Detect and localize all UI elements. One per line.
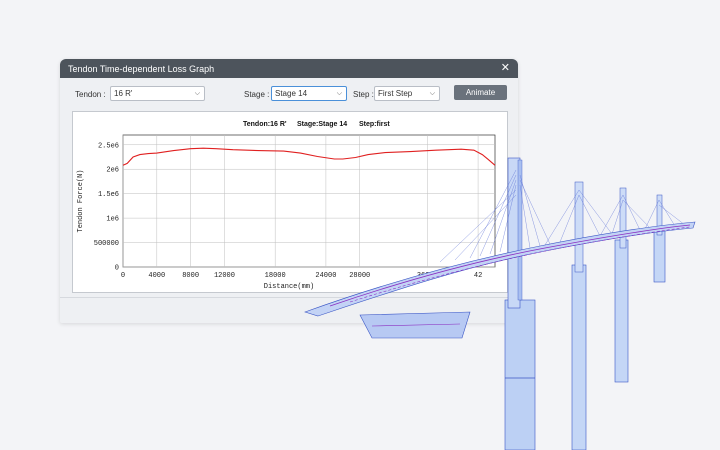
chart-title-part: Stage:Stage 14 [297,121,347,128]
stage-select[interactable]: Stage 14 ⌵ [271,86,347,101]
dialog-title: Tendon Time-dependent Loss Graph [68,63,215,74]
y-tick-label: 0 [115,265,119,273]
x-tick-label: 12000 [214,272,235,280]
tendon-select[interactable]: 16 R' ⌵ [110,86,205,101]
stage-select-value: Stage 14 [275,89,308,98]
close-icon[interactable]: ✕ [501,59,510,78]
y-axis-label: Tendon Force(N) [77,169,85,232]
chevron-down-icon: ⌵ [336,90,342,97]
y-tick-label: 1.5e6 [98,191,119,199]
x-tick-label: 4000 [148,272,165,280]
step-label: Step : [353,90,374,99]
x-tick-label: 0 [121,272,125,280]
stage-label: Stage : [244,90,270,99]
bridge-deck [304,221,696,339]
graph-controls: Tendon : 16 R' ⌵ Stage : Stage 14 ⌵ Step… [60,85,518,105]
chevron-down-icon: ⌵ [429,90,435,97]
bridge-towers [504,157,666,450]
y-tick-label: 2e6 [106,167,119,175]
step-select-value: First Step [378,89,413,98]
step-select[interactable]: First Step ⌵ [374,86,440,101]
chevron-down-icon: ⌵ [194,90,200,97]
y-tick-label: 1e6 [106,216,119,224]
bridge-model-image [304,157,696,450]
chart-title-part: Tendon:16 R' [243,121,287,128]
y-tick-label: 500000 [94,240,119,248]
chart-title-part: Step:first [359,121,390,128]
animate-button[interactable]: Animate [454,85,507,100]
x-tick-label: 8000 [182,272,199,280]
bridge-cables [439,169,686,263]
tendon-label: Tendon : [75,90,106,99]
x-tick-label: 18000 [265,272,286,280]
dialog-titlebar[interactable]: Tendon Time-dependent Loss Graph ✕ [60,59,518,78]
y-tick-label: 2.5e6 [98,142,119,150]
tendon-select-value: 16 R' [114,89,133,98]
